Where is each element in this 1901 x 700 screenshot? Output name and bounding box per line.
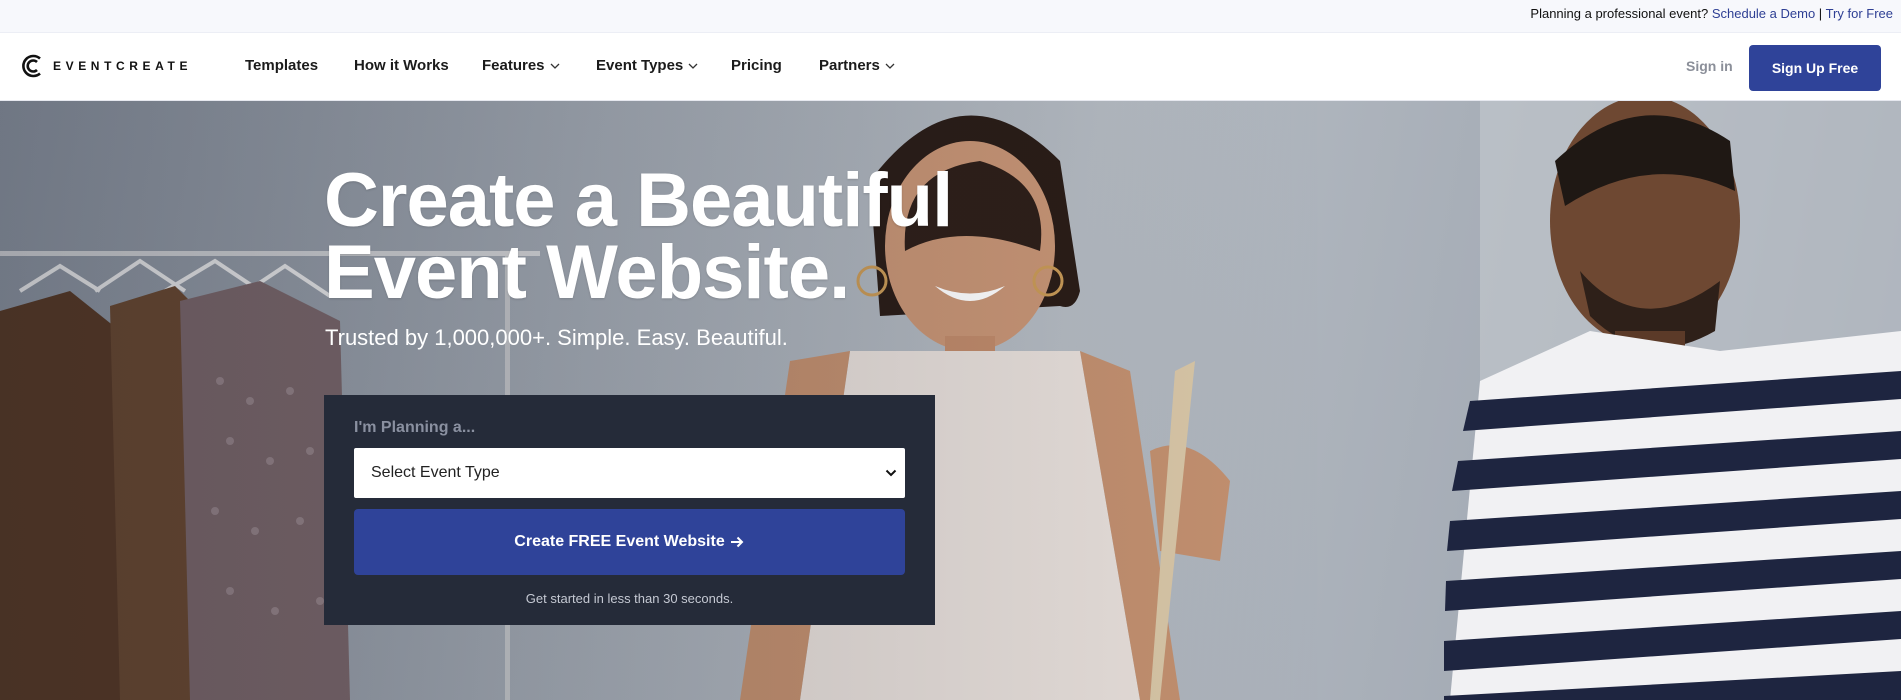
announcement-separator: | bbox=[1818, 6, 1823, 21]
brand-name: EVENTCREATE bbox=[53, 59, 193, 73]
nav-how-it-works[interactable]: How it Works bbox=[354, 57, 449, 74]
eventcreate-logo-icon bbox=[22, 54, 41, 78]
try-for-free-link[interactable]: Try for Free bbox=[1826, 6, 1893, 21]
announcement-text: Planning a professional event? bbox=[1530, 6, 1709, 21]
hero-subheadline: Trusted by 1,000,000+. Simple. Easy. Bea… bbox=[325, 325, 788, 350]
nav-pricing[interactable]: Pricing bbox=[731, 57, 782, 74]
sign-up-button[interactable]: Sign Up Free bbox=[1749, 45, 1881, 91]
sign-in-link[interactable]: Sign in bbox=[1686, 58, 1733, 74]
create-website-button[interactable]: Create FREE Event Website bbox=[354, 509, 905, 575]
nav-features[interactable]: Features bbox=[482, 57, 560, 74]
nav-event-types[interactable]: Event Types bbox=[596, 57, 698, 74]
nav-label: Features bbox=[482, 57, 545, 74]
nav-label: How it Works bbox=[354, 57, 449, 74]
form-label: I'm Planning a... bbox=[354, 419, 476, 436]
chevron-down-icon bbox=[688, 63, 698, 69]
schedule-demo-link[interactable]: Schedule a Demo bbox=[1712, 6, 1815, 21]
arrow-right-icon bbox=[730, 536, 744, 548]
chevron-down-icon bbox=[885, 63, 895, 69]
nav-label: Partners bbox=[819, 57, 880, 74]
announcement-bar: Planning a professional event? Schedule … bbox=[0, 0, 1901, 33]
hero-headline-line-2: Event Website. bbox=[324, 230, 850, 315]
nav-partners[interactable]: Partners bbox=[819, 57, 895, 74]
nav-label: Templates bbox=[245, 57, 319, 74]
form-note: Get started in less than 30 seconds. bbox=[525, 591, 734, 606]
brand-logo[interactable]: EVENTCREATE bbox=[20, 54, 192, 78]
chevron-down-icon bbox=[885, 469, 897, 477]
main-nav: EVENTCREATE Templates How it Works Featu… bbox=[0, 33, 1901, 101]
event-type-form: I'm Planning a... Select Event Type Crea… bbox=[324, 395, 935, 625]
nav-label: Event Types bbox=[596, 57, 684, 74]
cta-label: Create FREE Event Website bbox=[514, 533, 725, 550]
nav-templates[interactable]: Templates bbox=[245, 57, 318, 74]
hero-section: Create a Beautiful Event Website. Truste… bbox=[0, 101, 1901, 700]
event-type-select[interactable]: Select Event Type bbox=[354, 448, 905, 498]
hero-headline: Create a Beautiful Event Website. bbox=[324, 163, 953, 311]
chevron-down-icon bbox=[550, 63, 559, 69]
select-value: Select Event Type bbox=[371, 464, 500, 481]
nav-label: Pricing bbox=[731, 57, 782, 74]
